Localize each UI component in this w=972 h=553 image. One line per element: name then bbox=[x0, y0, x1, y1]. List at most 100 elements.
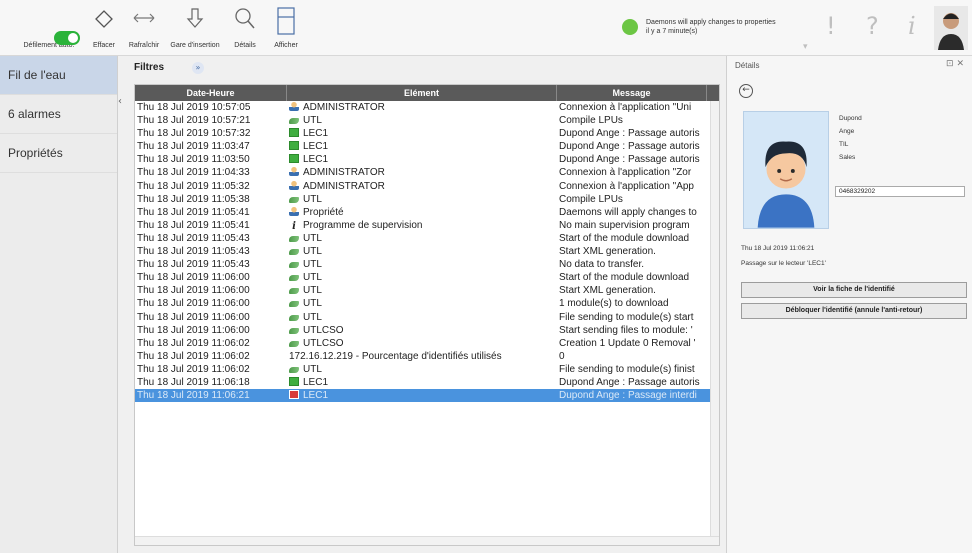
vertical-scrollbar[interactable] bbox=[710, 101, 719, 545]
cell-element-text: LEC1 bbox=[303, 141, 329, 153]
reader-icon bbox=[289, 376, 299, 386]
table-row[interactable]: Thu 18 Jul 2019 11:06:00 UTL Start of the … bbox=[135, 271, 719, 284]
cell-element: UTL bbox=[287, 114, 557, 127]
unlock-identity-button[interactable]: Débloquer l'identifié (annule l'anti-ret… bbox=[741, 303, 967, 319]
cell-element: ADMINISTRATOR bbox=[287, 180, 557, 193]
table-row[interactable]: Thu 18 Jul 2019 11:05:41 Propriété Daemons… bbox=[135, 206, 719, 219]
reader-icon bbox=[289, 141, 299, 151]
cell-datetime: Thu 18 Jul 2019 11:06:18 bbox=[137, 376, 250, 388]
cell-element: UTL bbox=[287, 258, 557, 271]
view-identity-button[interactable]: Voir la fiche de l'identifié bbox=[741, 282, 967, 298]
cell-element: ADMINISTRATOR bbox=[287, 166, 557, 179]
cell-datetime: Thu 18 Jul 2019 11:06:00 bbox=[137, 311, 250, 323]
cell-element-text: UTL bbox=[303, 363, 322, 375]
cell-element-text: ADMINISTRATOR bbox=[303, 180, 385, 192]
cell-message: Start of the module download bbox=[559, 272, 690, 284]
back-icon[interactable]: ← bbox=[739, 84, 753, 98]
utl-icon bbox=[289, 262, 299, 269]
cell-element: LEC1 bbox=[287, 140, 557, 153]
cell-message: Creation 1 Update 0 Removal ' bbox=[559, 337, 696, 349]
cell-element-text: UTL bbox=[303, 311, 322, 323]
stop-insertion-button[interactable]: Gare d'insertion bbox=[166, 4, 224, 54]
cell-datetime: Thu 18 Jul 2019 10:57:21 bbox=[137, 115, 251, 127]
column-header-element[interactable]: Elément bbox=[287, 85, 557, 101]
cell-element: UTL bbox=[287, 311, 557, 324]
cell-message: Start XML generation. bbox=[559, 246, 656, 258]
column-header-message[interactable]: Message bbox=[557, 85, 707, 101]
utl-icon bbox=[289, 249, 299, 256]
cell-datetime: Thu 18 Jul 2019 11:06:02 bbox=[137, 337, 250, 349]
cell-element: LEC1 bbox=[287, 153, 557, 166]
table-row[interactable]: Thu 18 Jul 2019 10:57:05 ADMINISTRATOR Con… bbox=[135, 101, 719, 114]
table-row[interactable]: Thu 18 Jul 2019 11:06:21 LEC1 Dupond Ange … bbox=[135, 389, 719, 403]
table-row[interactable]: Thu 18 Jul 2019 11:06:00 UTL File sending … bbox=[135, 311, 719, 324]
table-row[interactable]: Thu 18 Jul 2019 11:06:00 UTLCSO Start send… bbox=[135, 324, 719, 337]
nav-item-alarms[interactable]: 6 alarmes bbox=[0, 95, 117, 134]
clear-button[interactable]: Effacer bbox=[86, 4, 122, 54]
alert-icon[interactable]: ! bbox=[826, 12, 836, 40]
cell-element: UTL bbox=[287, 363, 557, 376]
cell-element: UTL bbox=[287, 297, 557, 310]
nav-item-live-feed[interactable]: Fil de l'eau bbox=[0, 56, 117, 95]
cell-datetime: Thu 18 Jul 2019 11:06:00 bbox=[137, 324, 250, 336]
cell-element-text: UTL bbox=[303, 115, 322, 127]
pin-icon[interactable]: ⊡ ✕ bbox=[946, 59, 964, 69]
expand-filters-icon[interactable]: » bbox=[192, 62, 204, 74]
table-row[interactable]: Thu 18 Jul 2019 11:06:00 UTL Start XML gen… bbox=[135, 284, 719, 297]
event-grid: Date-Heure Elément Message Thu 18 Jul 20… bbox=[134, 84, 720, 546]
table-row[interactable]: Thu 18 Jul 2019 11:03:50 LEC1 Dupond Ange … bbox=[135, 153, 719, 166]
collapse-panel-icon[interactable]: ‹ bbox=[118, 96, 128, 110]
table-row[interactable]: Thu 18 Jul 2019 11:06:02 172.16.12.219 - … bbox=[135, 350, 719, 363]
table-row[interactable]: Thu 18 Jul 2019 10:57:32 LEC1 Dupond Ange … bbox=[135, 127, 719, 140]
nav-item-properties[interactable]: Propriétés bbox=[0, 134, 117, 173]
identity-company: TIL bbox=[839, 141, 849, 148]
filters-label[interactable]: Filtres bbox=[134, 62, 164, 73]
table-row[interactable]: Thu 18 Jul 2019 11:05:32 ADMINISTRATOR Con… bbox=[135, 180, 719, 193]
cell-message: Connexion à l'application "Uni bbox=[559, 102, 692, 113]
cell-datetime: Thu 18 Jul 2019 10:57:05 bbox=[137, 102, 251, 113]
cell-datetime: Thu 18 Jul 2019 11:06:00 bbox=[137, 285, 250, 297]
table-row[interactable]: Thu 18 Jul 2019 11:03:47 LEC1 Dupond Ange … bbox=[135, 140, 719, 153]
help-icon[interactable]: ? bbox=[866, 12, 879, 40]
table-row[interactable]: Thu 18 Jul 2019 11:06:00 UTL 1 module(s) t… bbox=[135, 297, 719, 310]
display-button[interactable]: Afficher bbox=[266, 4, 306, 54]
status-message: Daemons will apply changes to properties bbox=[646, 19, 776, 26]
table-row[interactable]: Thu 18 Jul 2019 11:05:41 i Programme de su… bbox=[135, 219, 719, 232]
table-row[interactable]: Thu 18 Jul 2019 11:04:33 ADMINISTRATOR Con… bbox=[135, 166, 719, 179]
cell-element: UTL bbox=[287, 245, 557, 258]
details-button[interactable]: Détails bbox=[230, 4, 260, 54]
table-row[interactable]: Thu 18 Jul 2019 11:06:02 UTLCSO Creation 1… bbox=[135, 337, 719, 350]
status-notification[interactable]: Daemons will apply changes to properties… bbox=[622, 18, 776, 36]
table-row[interactable]: Thu 18 Jul 2019 11:05:38 UTL Compile LPUs bbox=[135, 193, 719, 206]
table-row[interactable]: Thu 18 Jul 2019 11:05:43 UTL Start of the … bbox=[135, 232, 719, 245]
info-icon[interactable]: i bbox=[908, 12, 916, 40]
cell-element: UTL bbox=[287, 271, 557, 284]
table-row[interactable]: Thu 18 Jul 2019 11:06:02 UTL File sending … bbox=[135, 363, 719, 376]
table-row[interactable]: Thu 18 Jul 2019 11:05:43 UTL No data to tr… bbox=[135, 258, 719, 271]
cell-datetime: Thu 18 Jul 2019 11:05:32 bbox=[137, 180, 250, 192]
utl-icon bbox=[289, 366, 299, 373]
cell-element: 172.16.12.219 - Pourcentage d'identifiés… bbox=[287, 350, 557, 363]
table-row[interactable]: Thu 18 Jul 2019 11:06:18 LEC1 Dupond Ange … bbox=[135, 376, 719, 389]
cell-element: UTLCSO bbox=[287, 324, 557, 337]
cell-message: File sending to module(s) finist bbox=[559, 363, 695, 375]
utl-icon bbox=[289, 327, 299, 334]
cell-element-text: 172.16.12.219 - Pourcentage d'identifiés… bbox=[289, 350, 502, 362]
cell-datetime: Thu 18 Jul 2019 11:05:41 bbox=[137, 219, 250, 231]
horizontal-scrollbar[interactable] bbox=[135, 536, 719, 545]
badge-number-field[interactable]: 0468329202 bbox=[835, 186, 965, 197]
dropdown-caret-icon[interactable]: ▾ bbox=[803, 42, 808, 52]
table-row[interactable]: Thu 18 Jul 2019 10:57:21 UTL Compile LPUs bbox=[135, 114, 719, 127]
table-row[interactable]: Thu 18 Jul 2019 11:05:43 UTL Start XML gen… bbox=[135, 245, 719, 258]
cell-element-text: Programme de supervision bbox=[303, 219, 423, 231]
utl-icon bbox=[289, 196, 299, 203]
identity-department: Sales bbox=[839, 154, 856, 161]
user-avatar[interactable] bbox=[934, 6, 968, 50]
details-panel: Détails ⊡ ✕ ← Dupond Ange TIL Sales 0468… bbox=[726, 56, 972, 553]
autoscroll-button[interactable]: Défilement auto. bbox=[18, 4, 80, 54]
cell-message: Connexion à l'application "Zor bbox=[559, 167, 692, 179]
magnifier-icon bbox=[235, 8, 255, 29]
cell-element-text: UTLCSO bbox=[303, 337, 344, 349]
refresh-button[interactable]: Rafraîchir bbox=[126, 4, 162, 54]
column-header-datetime[interactable]: Date-Heure bbox=[135, 85, 287, 101]
